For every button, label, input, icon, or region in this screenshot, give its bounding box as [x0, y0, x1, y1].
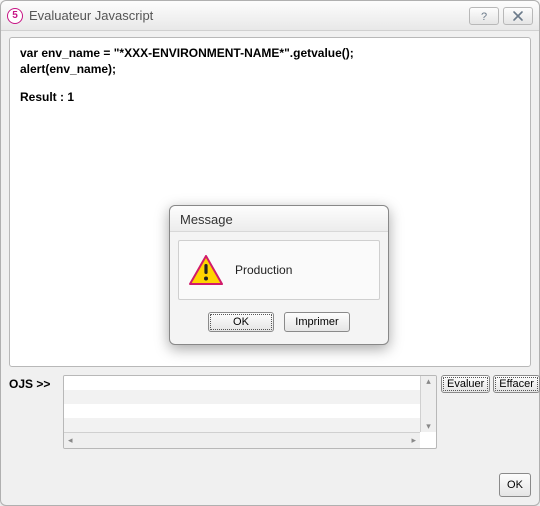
ojs-input[interactable] [64, 376, 420, 432]
side-buttons: Evaluer Effacer [441, 375, 531, 393]
dialog-body: Production [178, 240, 380, 300]
main-window: 5 Evaluateur Javascript ? var env_name =… [0, 0, 540, 506]
app-icon: 5 [7, 8, 23, 24]
dialog-imprimer-button[interactable]: Imprimer [284, 312, 350, 332]
help-button[interactable]: ? [469, 7, 499, 25]
svg-text:?: ? [481, 11, 487, 22]
scroll-down-icon[interactable]: ▾ [426, 421, 431, 432]
close-button[interactable] [503, 7, 533, 25]
titlebar[interactable]: 5 Evaluateur Javascript ? [1, 1, 539, 31]
scrollbar-horizontal[interactable]: ◂ ▸ [64, 432, 420, 448]
evaluer-button[interactable]: Evaluer [441, 375, 490, 393]
effacer-button[interactable]: Effacer [493, 375, 540, 393]
dialog-buttons: OK Imprimer [170, 308, 388, 344]
window-body: var env_name = "*XXX-ENVIRONMENT-NAME*".… [9, 37, 531, 497]
output-line: alert(env_name); [20, 62, 520, 76]
scroll-left-icon[interactable]: ◂ [68, 435, 73, 446]
output-line: var env_name = "*XXX-ENVIRONMENT-NAME*".… [20, 46, 520, 60]
message-dialog: Message Production OK Imprimer [169, 205, 389, 345]
warning-icon [189, 255, 223, 285]
scrollbar-vertical[interactable]: ▴ ▾ [420, 376, 436, 432]
scroll-right-icon[interactable]: ▸ [411, 435, 416, 446]
dialog-message: Production [235, 263, 292, 277]
prompt-label: OJS >> [9, 375, 59, 391]
window-title: Evaluateur Javascript [29, 8, 465, 23]
scroll-up-icon[interactable]: ▴ [426, 376, 431, 387]
window-ok-button[interactable]: OK [499, 473, 531, 497]
result-value: 1 [67, 90, 74, 104]
result-label: Result : [20, 90, 64, 104]
input-row: OJS >> ▴ ▾ ◂ ▸ Evaluer Effacer [9, 375, 531, 451]
input-wrap: ▴ ▾ ◂ ▸ [63, 375, 437, 449]
dialog-ok-button[interactable]: OK [208, 312, 274, 332]
result-line: Result : 1 [20, 90, 520, 104]
dialog-title[interactable]: Message [170, 206, 388, 232]
